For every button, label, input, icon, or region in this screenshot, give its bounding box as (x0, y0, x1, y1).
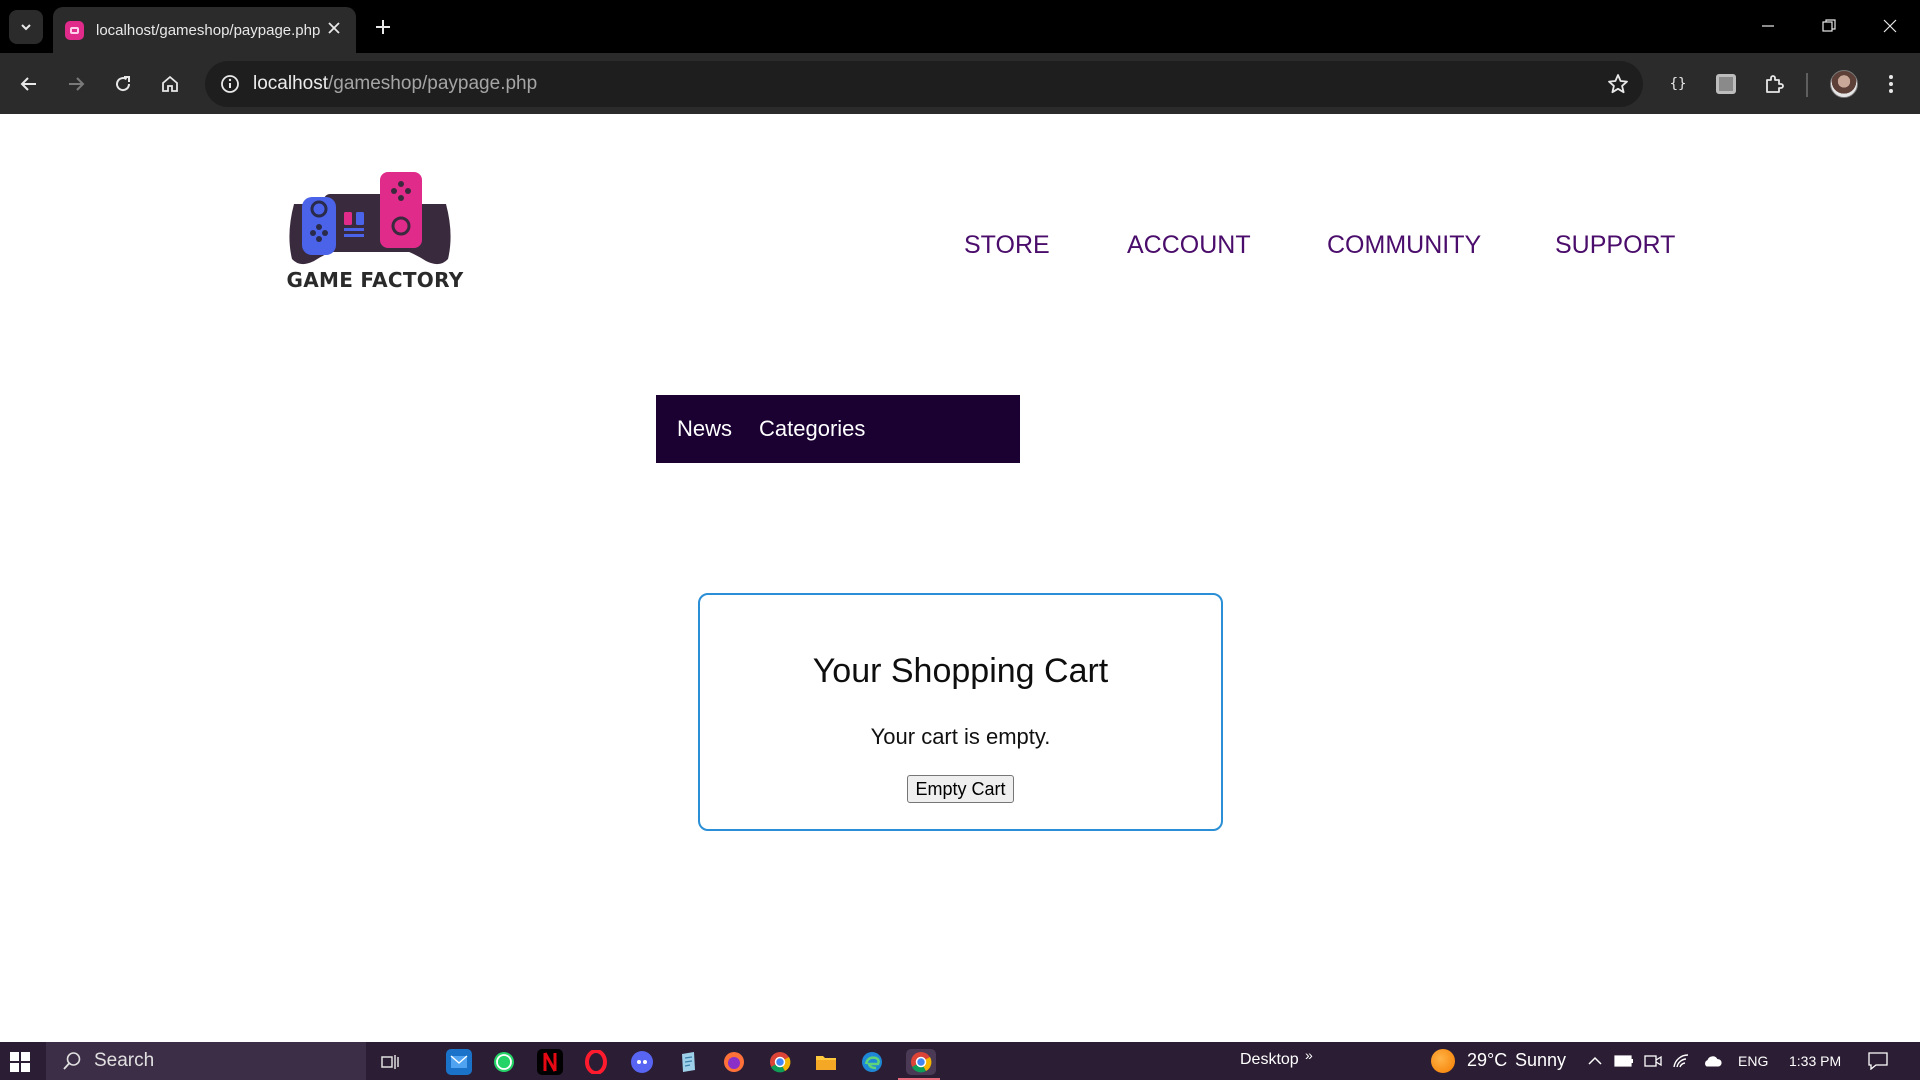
subnav-categories-link[interactable]: Categories (759, 416, 865, 442)
close-icon (328, 22, 340, 34)
logo-text: GAME FACTORY (286, 268, 464, 292)
new-tab-button[interactable] (368, 12, 398, 42)
file-explorer-icon[interactable] (813, 1049, 839, 1075)
url-text[interactable]: localhost/gameshop/paypage.php (253, 73, 537, 95)
language-indicator[interactable]: ENG (1738, 1053, 1768, 1069)
url-path: /gameshop/paypage.php (328, 73, 538, 94)
discord-icon[interactable] (629, 1049, 655, 1075)
close-window-button[interactable] (1870, 8, 1910, 44)
onedrive-cloud-icon[interactable] (1702, 1051, 1722, 1071)
weather-temperature[interactable]: 29°C (1467, 1050, 1507, 1071)
cart-title: Your Shopping Cart (812, 652, 1109, 690)
tab-favicon-icon (65, 20, 84, 40)
windows-taskbar: Search Desktop » 29°C Sunny ENG 1:33 PM (0, 1042, 1920, 1080)
arrow-left-icon (20, 77, 36, 91)
main-navigation: STORE ACCOUNT COMMUNITY SUPPORT (0, 231, 1920, 271)
home-icon (162, 75, 178, 92)
taskbar-search-box[interactable]: Search (46, 1042, 366, 1080)
puzzle-icon (1766, 75, 1784, 93)
site-info-icon[interactable] (218, 72, 242, 96)
plus-icon (376, 20, 390, 34)
firefox-icon[interactable] (721, 1049, 747, 1075)
nav-store-link[interactable]: STORE (964, 231, 1050, 260)
avatar (1830, 70, 1858, 98)
arrow-right-icon (69, 77, 85, 91)
chevron-right-icon[interactable]: » (1305, 1047, 1313, 1063)
toolbar-divider (1806, 73, 1808, 97)
forward-button[interactable] (58, 66, 94, 102)
notepad-app-icon[interactable] (675, 1049, 701, 1075)
nav-support-link[interactable]: SUPPORT (1555, 231, 1675, 260)
minimize-icon (1762, 25, 1774, 27)
weather-sun-icon[interactable] (1430, 1048, 1456, 1074)
cart-empty-message: Your cart is empty. (870, 724, 1051, 749)
desktop-toolbar-label[interactable]: Desktop (1240, 1051, 1299, 1069)
whatsapp-icon[interactable] (491, 1049, 517, 1075)
subnav-news-link[interactable]: News (677, 416, 732, 442)
back-button[interactable] (11, 66, 47, 102)
browser-menu-button[interactable] (1873, 66, 1909, 102)
site-logo[interactable]: GAME FACTORY (280, 164, 470, 296)
edge-icon[interactable] (859, 1049, 885, 1075)
address-bar[interactable]: localhost/gameshop/paypage.php (205, 61, 1643, 107)
opera-icon[interactable] (583, 1049, 609, 1075)
tab-search-button[interactable] (9, 10, 43, 44)
browser-titlebar: localhost/gameshop/paypage.php (0, 0, 1920, 53)
extension-label: {} (1669, 76, 1687, 92)
minimize-button[interactable] (1748, 8, 1788, 44)
gray-extension-button[interactable] (1708, 66, 1744, 102)
wifi-icon[interactable] (1672, 1051, 1692, 1071)
close-icon (1883, 19, 1897, 33)
json-extension-button[interactable]: {} (1660, 66, 1696, 102)
task-view-icon[interactable] (377, 1049, 403, 1075)
browser-tab[interactable]: localhost/gameshop/paypage.php (53, 7, 356, 53)
profile-button[interactable] (1826, 66, 1862, 102)
bookmark-star-icon[interactable] (1605, 71, 1631, 97)
browser-toolbar: localhost/gameshop/paypage.php {} (0, 53, 1920, 114)
sub-navigation: News Categories (656, 395, 1020, 463)
chrome-icon[interactable] (767, 1049, 793, 1075)
shopping-cart-panel: Your Shopping Cart Your cart is empty. E… (698, 593, 1223, 831)
tab-title: localhost/gameshop/paypage.php (96, 21, 321, 39)
search-icon (62, 1051, 82, 1071)
reload-button[interactable] (105, 66, 141, 102)
url-host: localhost (253, 73, 328, 94)
mail-app-icon[interactable] (446, 1049, 472, 1075)
nav-community-link[interactable]: COMMUNITY (1327, 231, 1481, 260)
more-vertical-icon (1889, 75, 1893, 93)
battery-icon[interactable] (1614, 1051, 1634, 1071)
chevron-up-icon[interactable] (1585, 1051, 1605, 1071)
restore-icon (1822, 19, 1836, 32)
clock[interactable]: 1:33 PM (1789, 1053, 1841, 1069)
chrome-active-icon[interactable] (906, 1049, 936, 1075)
camera-icon[interactable] (1643, 1051, 1663, 1071)
extension-icon (1716, 74, 1736, 94)
restore-button[interactable] (1809, 8, 1849, 44)
weather-condition[interactable]: Sunny (1515, 1050, 1566, 1071)
notification-center-icon[interactable] (1868, 1051, 1888, 1071)
home-button[interactable] (152, 66, 188, 102)
netflix-icon[interactable] (537, 1049, 563, 1075)
close-tab-button[interactable] (324, 21, 344, 39)
extensions-button[interactable] (1756, 66, 1792, 102)
windows-start-icon[interactable] (10, 1052, 30, 1072)
taskbar-search-label: Search (94, 1050, 155, 1071)
web-page: GAME FACTORY STORE ACCOUNT COMMUNITY SUP… (0, 114, 1920, 1042)
chevron-down-icon (21, 24, 31, 31)
reload-icon (116, 76, 131, 92)
empty-cart-button[interactable]: Empty Cart (907, 775, 1014, 803)
nav-account-link[interactable]: ACCOUNT (1127, 231, 1251, 260)
